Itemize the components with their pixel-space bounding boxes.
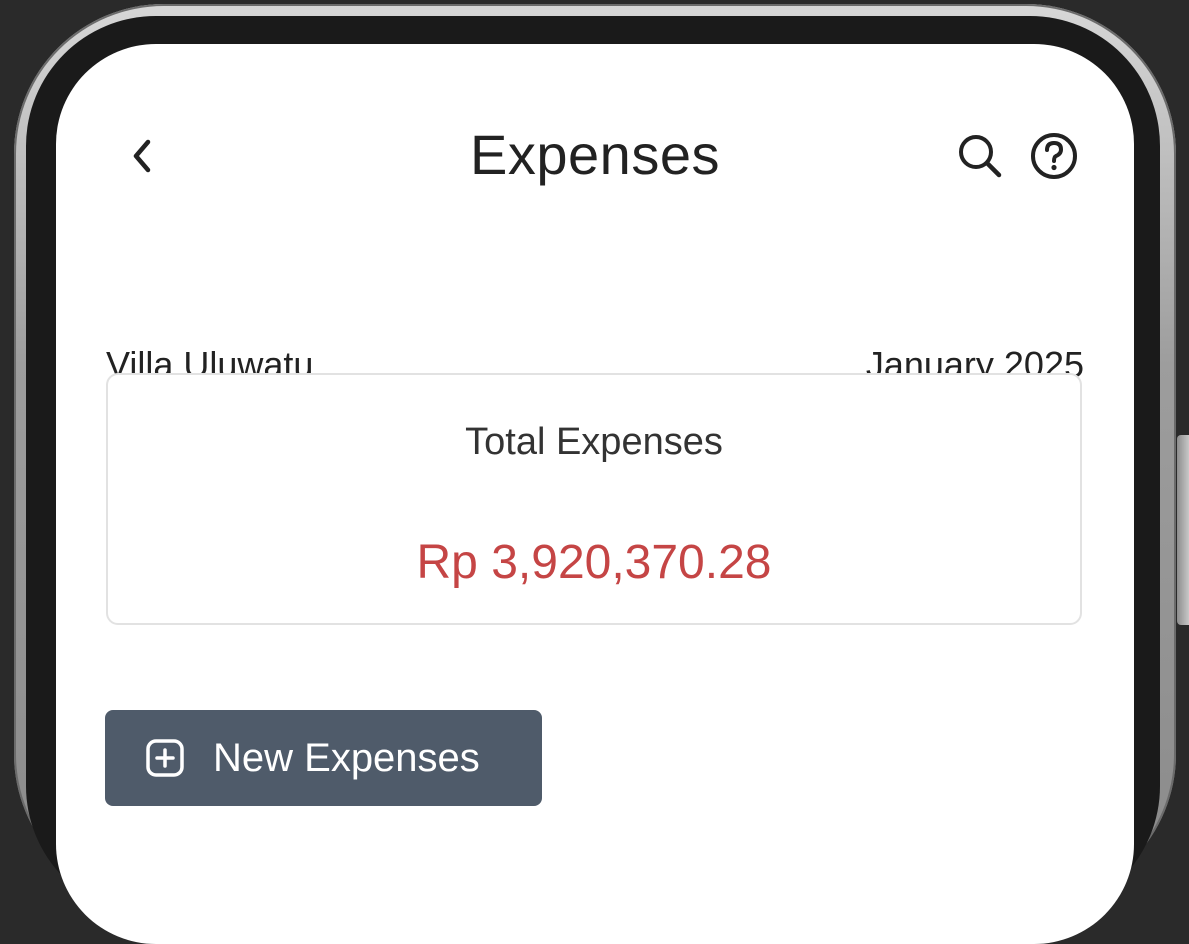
- new-expense-label: New Expenses: [213, 735, 480, 780]
- search-icon: [959, 135, 1002, 178]
- total-expenses-amount: Rp 3,920,370.28: [416, 536, 772, 589]
- plus-square-icon: [145, 738, 185, 778]
- phone-side-button: [1177, 435, 1189, 625]
- app-screen: Expenses Villa Uluwatu January 2025 Tota…: [56, 44, 1134, 944]
- total-expenses-label: Total Expenses: [465, 421, 723, 463]
- search-button[interactable]: [952, 128, 1008, 184]
- new-expense-button[interactable]: New Expenses: [105, 710, 542, 806]
- app-header: Expenses: [56, 44, 1134, 264]
- total-expenses-card: Total Expenses Rp 3,920,370.28: [106, 373, 1082, 625]
- help-button[interactable]: [1024, 128, 1084, 184]
- help-circle-icon: [1031, 133, 1077, 179]
